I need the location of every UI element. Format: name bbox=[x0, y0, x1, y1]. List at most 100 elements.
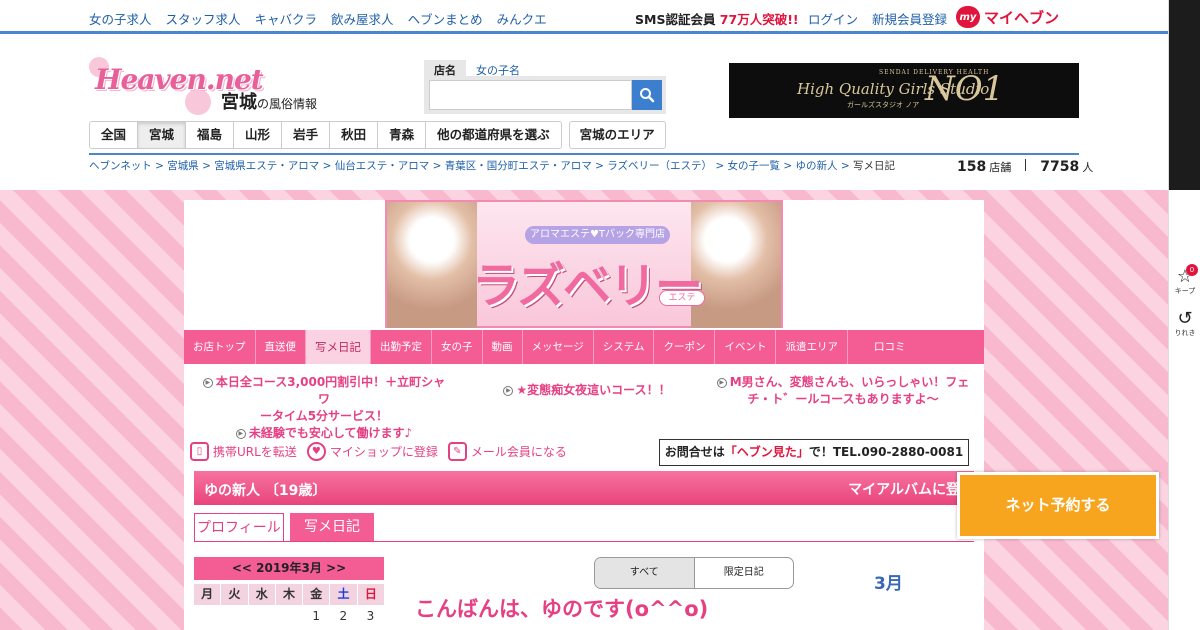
breadcrumb-link[interactable]: 仙台エステ・アロマ bbox=[335, 160, 430, 172]
play-bullet-icon: ▶ bbox=[503, 385, 514, 396]
shop-content: アロマエステ♥Tバック専門店 ラズベリー エステ お店トップ 直送便 写メ日記 … bbox=[184, 200, 984, 630]
breadcrumb-link[interactable]: ゆの新人 bbox=[795, 160, 837, 172]
prefecture-nav: 全国 宮城 福島 山形 岩手 秋田 青森 他の都道府県を選ぶ 宮城のエリア bbox=[89, 121, 666, 149]
play-bullet-icon: ▶ bbox=[716, 377, 727, 388]
top-link-minque[interactable]: みんクエ bbox=[497, 9, 547, 28]
miyagi-area-button[interactable]: 宮城のエリア bbox=[568, 121, 666, 149]
weekday-thu: 木 bbox=[275, 584, 303, 605]
promo-link-discount[interactable]: ▶ 本日全コース3,000円割引中！＋立町シャワ ータイム5分サービス！ ▶ 未経験… bbox=[198, 374, 450, 442]
breadcrumb-link[interactable]: 宮城県エステ・アロマ bbox=[214, 160, 319, 172]
keep-count-badge: 0 bbox=[1186, 264, 1198, 276]
calendar-day bbox=[275, 609, 302, 623]
girl-tabs: プロフィール 写メ日記 bbox=[194, 513, 974, 542]
pref-fukushima[interactable]: 福島 bbox=[186, 122, 235, 148]
shopnav-video[interactable]: 動画 bbox=[483, 330, 523, 364]
weekday-tue: 火 bbox=[221, 584, 248, 605]
calendar-header: << 2019年3月 >> bbox=[194, 557, 384, 580]
calendar-day[interactable]: 3 bbox=[357, 609, 384, 623]
register-link[interactable]: 新規会員登録 bbox=[872, 9, 947, 28]
keep-button[interactable]: ☆ 0 キープ bbox=[1174, 264, 1198, 296]
people-count: 7758 bbox=[1040, 159, 1080, 175]
play-bullet-icon: ▶ bbox=[202, 377, 213, 388]
promo-link-fetish[interactable]: ▶ M男さん、変態さんも、いらっしゃい！フェ チ・ト゛ールコースもありますよ～ bbox=[715, 374, 971, 408]
pref-akita[interactable]: 秋田 bbox=[330, 122, 379, 148]
prefecture-nav-group: 全国 宮城 福島 山形 岩手 秋田 青森 他の都道府県を選ぶ bbox=[89, 121, 562, 149]
heaven-net-logo[interactable]: Heaven.net bbox=[89, 55, 264, 115]
breadcrumb-link[interactable]: ヘブンネット bbox=[89, 160, 152, 172]
top-link-staff-jobs[interactable]: スタッフ求人 bbox=[166, 9, 241, 28]
calendar-day[interactable]: 2 bbox=[330, 609, 357, 623]
breadcrumb-link[interactable]: 女の子一覧 bbox=[728, 160, 781, 172]
filter-limited-button[interactable]: 限定日記 bbox=[695, 558, 794, 588]
breadcrumb-link[interactable]: 青葉区・国分町エステ・アロマ bbox=[445, 160, 592, 172]
promo-link-course[interactable]: ▶ ★変態痴女夜這いコース！！ bbox=[497, 382, 677, 399]
mobile-phone-icon: ▯ bbox=[190, 442, 209, 461]
pref-nationwide[interactable]: 全国 bbox=[90, 122, 139, 148]
history-button[interactable]: ↺ りれき bbox=[1174, 310, 1196, 338]
search-input[interactable] bbox=[429, 80, 632, 110]
right-tool-rail: ☆ 0 キープ ↺ りれき bbox=[1168, 0, 1200, 630]
sms-label: SMS認証会員 bbox=[635, 12, 720, 27]
top-link-bar-jobs[interactable]: 飲み屋求人 bbox=[331, 9, 394, 28]
top-link-heaven-matome[interactable]: ヘブンまとめ bbox=[408, 9, 483, 28]
pref-miyagi[interactable]: 宮城 bbox=[138, 122, 187, 148]
history-clock-icon: ↺ bbox=[1177, 308, 1193, 329]
add-my-album-button[interactable]: マイアルバムに登録 bbox=[848, 479, 974, 499]
play-bullet-icon: ▶ bbox=[235, 428, 246, 439]
filter-all-button[interactable]: すべて bbox=[595, 558, 695, 588]
shopnav-girls[interactable]: 女の子 bbox=[432, 330, 483, 364]
account-links: ログイン 新規会員登録 bbox=[808, 9, 947, 28]
shop-count-unit: 店舗 bbox=[989, 161, 1012, 174]
shop-banner-ribbon: アロマエステ♥Tバック専門店 bbox=[525, 226, 670, 244]
search-button[interactable] bbox=[632, 80, 662, 110]
girl-name: ゆの新人 〔19歳〕 bbox=[204, 483, 327, 499]
pref-other[interactable]: 他の都道府県を選ぶ bbox=[426, 122, 561, 148]
shopnav-message[interactable]: メッセージ bbox=[523, 330, 594, 364]
shopnav-schedule[interactable]: 出勤予定 bbox=[371, 330, 432, 364]
breadcrumb-link[interactable]: ラズベリー（エステ） bbox=[607, 160, 712, 172]
pref-iwate[interactable]: 岩手 bbox=[282, 122, 331, 148]
add-myshop-label: マイショップに登録 bbox=[329, 445, 438, 459]
calendar-month-title: 2019年3月 bbox=[256, 561, 322, 575]
ad-banner-no1[interactable]: SENDAI DELIVERY HEALTH High Quality Girl… bbox=[729, 63, 1079, 118]
shopnav-top[interactable]: お店トップ bbox=[184, 330, 256, 364]
add-myshop-button[interactable]: ♥ マイショップに登録 bbox=[306, 442, 438, 461]
tab-diary[interactable]: 写メ日記 bbox=[290, 513, 374, 541]
calendar-next-button[interactable]: >> bbox=[326, 561, 346, 575]
shopnav-diary[interactable]: 写メ日記 bbox=[306, 330, 371, 364]
promo-text: ★変態痴女夜這いコース！！ bbox=[516, 383, 671, 397]
calendar-prev-button[interactable]: << bbox=[232, 561, 252, 575]
search-area: 店名 女の子名 bbox=[424, 60, 666, 114]
shopnav-system[interactable]: システム bbox=[594, 330, 655, 364]
top-link-cabaret[interactable]: キャバクラ bbox=[255, 9, 318, 28]
net-reserve-button[interactable]: ネット予約する bbox=[957, 472, 1159, 539]
login-link[interactable]: ログイン bbox=[808, 9, 858, 28]
inquiry-suffix: で！TEL.090-2880-0081 bbox=[808, 445, 964, 459]
count-separator bbox=[1025, 159, 1027, 171]
diary-month-label: 3月 bbox=[874, 574, 903, 594]
weekday-sun: 日 bbox=[357, 584, 384, 605]
my-heaven-link[interactable]: my マイヘブン bbox=[956, 6, 1059, 28]
sms-member-count: SMS認証会員 77万人突破!! bbox=[635, 9, 799, 28]
region-title: 宮城の風俗情報 bbox=[221, 88, 317, 114]
calendar-day[interactable]: 1 bbox=[303, 609, 330, 623]
weekday-mon: 月 bbox=[194, 584, 221, 605]
breadcrumb-link[interactable]: 宮城県 bbox=[167, 160, 199, 172]
diary-post-title[interactable]: こんばんは、ゆのです(o^^o) bbox=[415, 593, 708, 623]
tab-profile[interactable]: プロフィール bbox=[194, 513, 284, 541]
shopnav-event[interactable]: イベント bbox=[715, 330, 777, 364]
mail-member-button[interactable]: ✎ メール会員になる bbox=[447, 442, 567, 461]
region-name: 宮城 bbox=[221, 92, 257, 113]
keep-label: キープ bbox=[1174, 287, 1196, 295]
inquiry-prefix: お問合せは bbox=[664, 445, 725, 459]
shopnav-reviews[interactable]: 口コミ bbox=[848, 330, 932, 364]
shopnav-direct[interactable]: 直送便 bbox=[256, 330, 306, 364]
pref-aomori[interactable]: 青森 bbox=[378, 122, 427, 148]
pref-yamagata[interactable]: 山形 bbox=[234, 122, 283, 148]
top-link-girls-jobs[interactable]: 女の子求人 bbox=[89, 9, 152, 28]
shopnav-area[interactable]: 派遣エリア bbox=[776, 330, 848, 364]
shopnav-coupon[interactable]: クーポン bbox=[654, 330, 716, 364]
my-heaven-icon: my bbox=[956, 6, 980, 28]
shop-banner[interactable]: アロマエステ♥Tバック専門店 ラズベリー エステ bbox=[385, 200, 783, 328]
send-mobile-url-button[interactable]: ▯ 携帯URLを転送 bbox=[190, 442, 297, 461]
